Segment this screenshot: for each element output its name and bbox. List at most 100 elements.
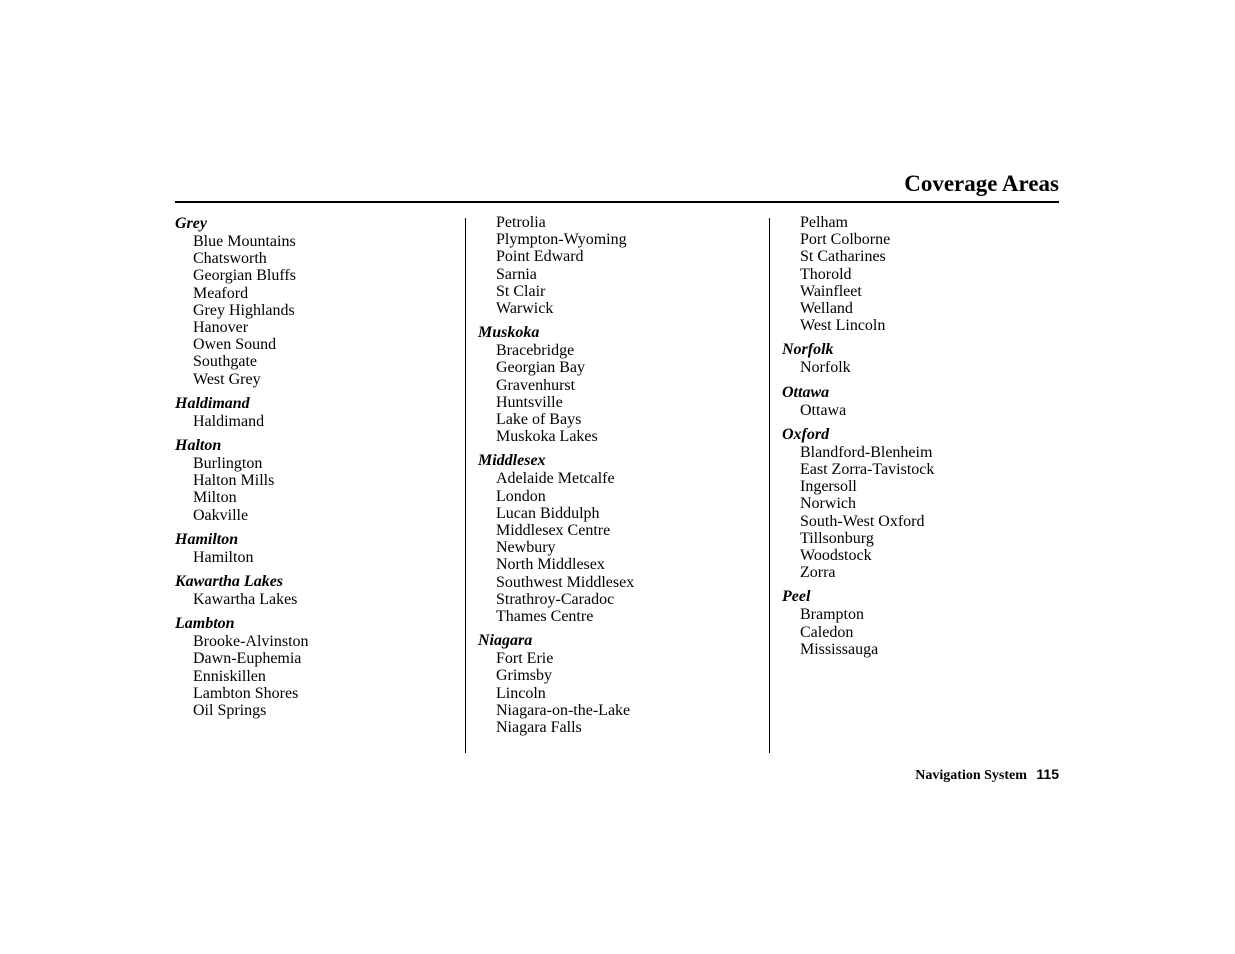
municipality-item: London [496, 487, 546, 505]
municipality-item: Adelaide Metcalfe [496, 470, 615, 488]
region-group: Halton Burlington Halton Mills Milton Oakvil… [175, 436, 460, 524]
municipality-item: Mississauga [800, 640, 879, 658]
municipality-item: Haldimand [193, 412, 265, 430]
municipality-item: Pelham [800, 214, 848, 231]
municipality-item: Woodstock [800, 547, 872, 565]
region-heading: Muskoka [478, 324, 540, 342]
municipality-item: Dawn-Euphemia [193, 650, 302, 668]
municipality-item: Lucan Biddulph [496, 504, 600, 522]
municipality-item: Muskoka Lakes [496, 428, 598, 446]
region-group: Grey Blue Mountains Chatsworth Georgian Blu… [175, 214, 460, 388]
page-footer: Navigation System 115 [915, 766, 1059, 784]
municipality-item: Oakville [193, 506, 249, 524]
municipality-item: Sarnia [496, 265, 537, 283]
region-group: Petrolia Plympton-Wyoming Point Edward Sarn… [478, 214, 763, 317]
region-group: Kawartha Lakes Kawartha Lakes [175, 572, 460, 608]
municipality-item: West Lincoln [800, 317, 886, 335]
municipality-item: Warwick [496, 300, 554, 318]
municipality-item: Halton Mills [193, 472, 275, 490]
municipality-item: Thames Centre [496, 608, 594, 626]
region-group: Ottawa Ottawa [782, 383, 1062, 419]
municipality-item: Newbury [496, 539, 556, 557]
municipality-item: Gravenhurst [496, 376, 576, 394]
municipality-item: Point Edward [496, 248, 584, 266]
municipality-item: Wainfleet [800, 282, 862, 300]
region-heading: Peel [782, 588, 811, 606]
municipality-item: Tillsonburg [800, 529, 874, 547]
region-heading: Haldimand [175, 394, 250, 412]
municipality-item: Zorra [800, 564, 836, 582]
municipality-item: Blue Mountains [193, 233, 296, 250]
municipality-item: Norfolk [800, 359, 851, 377]
region-group: Haldimand Haldimand [175, 394, 460, 430]
municipality-item: Southwest Middlesex [496, 573, 635, 591]
region-heading: Ottawa [782, 383, 830, 401]
region-heading: Lambton [175, 615, 235, 633]
municipality-item: St Clair [496, 282, 546, 300]
municipality-item: Enniskillen [193, 667, 266, 685]
region-heading: Kawartha Lakes [175, 573, 284, 591]
municipality-item: West Grey [193, 370, 261, 388]
municipality-item: Milton [193, 489, 237, 507]
municipality-item: Chatsworth [193, 250, 267, 268]
municipality-item: Grey Highlands [193, 301, 295, 319]
municipality-item: Fort Erie [496, 650, 554, 668]
municipality-item: Southgate [193, 353, 257, 371]
title-rule [175, 201, 1059, 203]
municipality-item: Georgian Bay [496, 359, 586, 377]
municipality-item: Hanover [193, 319, 249, 337]
municipality-item: Hamilton [193, 548, 254, 566]
column-3: Pelham Port Colborne St Catharines Thorold W… [782, 214, 1062, 664]
region-heading: Oxford [782, 425, 830, 443]
municipality-item: Strathroy-Caradoc [496, 590, 615, 608]
region-heading: Hamilton [175, 530, 239, 548]
region-group: Lambton Brooke-Alvinston Dawn-Euphemia Enni… [175, 614, 460, 719]
municipality-item: Brooke-Alvinston [193, 633, 309, 651]
municipality-item: Port Colborne [800, 231, 891, 249]
municipality-item: Lincoln [496, 684, 546, 702]
municipality-item: Plympton-Wyoming [496, 231, 627, 249]
municipality-item: Caledon [800, 623, 854, 641]
region-heading: Halton [175, 437, 222, 455]
region-group: Middlesex Adelaide Metcalfe London Lucan Bi… [478, 451, 763, 625]
municipality-item: Brampton [800, 606, 864, 624]
municipality-item: St Catharines [800, 248, 886, 266]
municipality-item: Ottawa [800, 401, 847, 419]
column-divider [465, 218, 466, 753]
region-heading: Niagara [478, 632, 533, 650]
municipality-item: South-West Oxford [800, 512, 925, 530]
municipality-item: Owen Sound [193, 336, 277, 354]
municipality-item: Norwich [800, 495, 856, 513]
municipality-item: Kawartha Lakes [193, 591, 298, 609]
municipality-item: Niagara-on-the-Lake [496, 701, 631, 719]
region-group: Pelham Port Colborne St Catharines Thorold W… [782, 214, 1062, 334]
column-divider [769, 218, 770, 753]
municipality-item: Bracebridge [496, 342, 575, 360]
municipality-item: Niagara Falls [496, 719, 582, 737]
page-number: 115 [1036, 766, 1059, 782]
municipality-item: Lake of Bays [496, 411, 582, 429]
column-2: Petrolia Plympton-Wyoming Point Edward Sarn… [478, 214, 763, 742]
municipality-item: North Middlesex [496, 556, 605, 574]
region-group: Norfolk Norfolk [782, 340, 1062, 376]
region-heading: Middlesex [478, 452, 546, 470]
column-1: Grey Blue Mountains Chatsworth Georgian Blu… [175, 214, 460, 725]
region-heading: Norfolk [782, 341, 834, 359]
municipality-item: Georgian Bluffs [193, 267, 296, 285]
region-group: Niagara Fort Erie Grimsby Lincoln Niagara-on… [478, 631, 763, 736]
municipality-item: Middlesex Centre [496, 522, 611, 540]
municipality-item: Grimsby [496, 667, 552, 685]
region-group: Peel Brampton Caledon Mississauga [782, 587, 1062, 658]
municipality-item: Ingersoll [800, 478, 857, 496]
municipality-item: Meaford [193, 284, 249, 302]
municipality-item: Huntsville [496, 393, 563, 411]
page-title: Coverage Areas [904, 171, 1059, 196]
municipality-item: Welland [800, 300, 853, 318]
region-group: Muskoka Bracebridge Georgian Bay Gravenhurs… [478, 323, 763, 445]
region-heading: Grey [175, 215, 207, 232]
municipality-item: Blandford-Blenheim [800, 443, 933, 461]
footer-label: Navigation System [915, 768, 1027, 783]
region-group: Oxford Blandford-Blenheim East Zorra-Tavis… [782, 425, 1062, 582]
municipality-item: Petrolia [496, 214, 546, 231]
municipality-item: East Zorra-Tavistock [800, 461, 935, 479]
